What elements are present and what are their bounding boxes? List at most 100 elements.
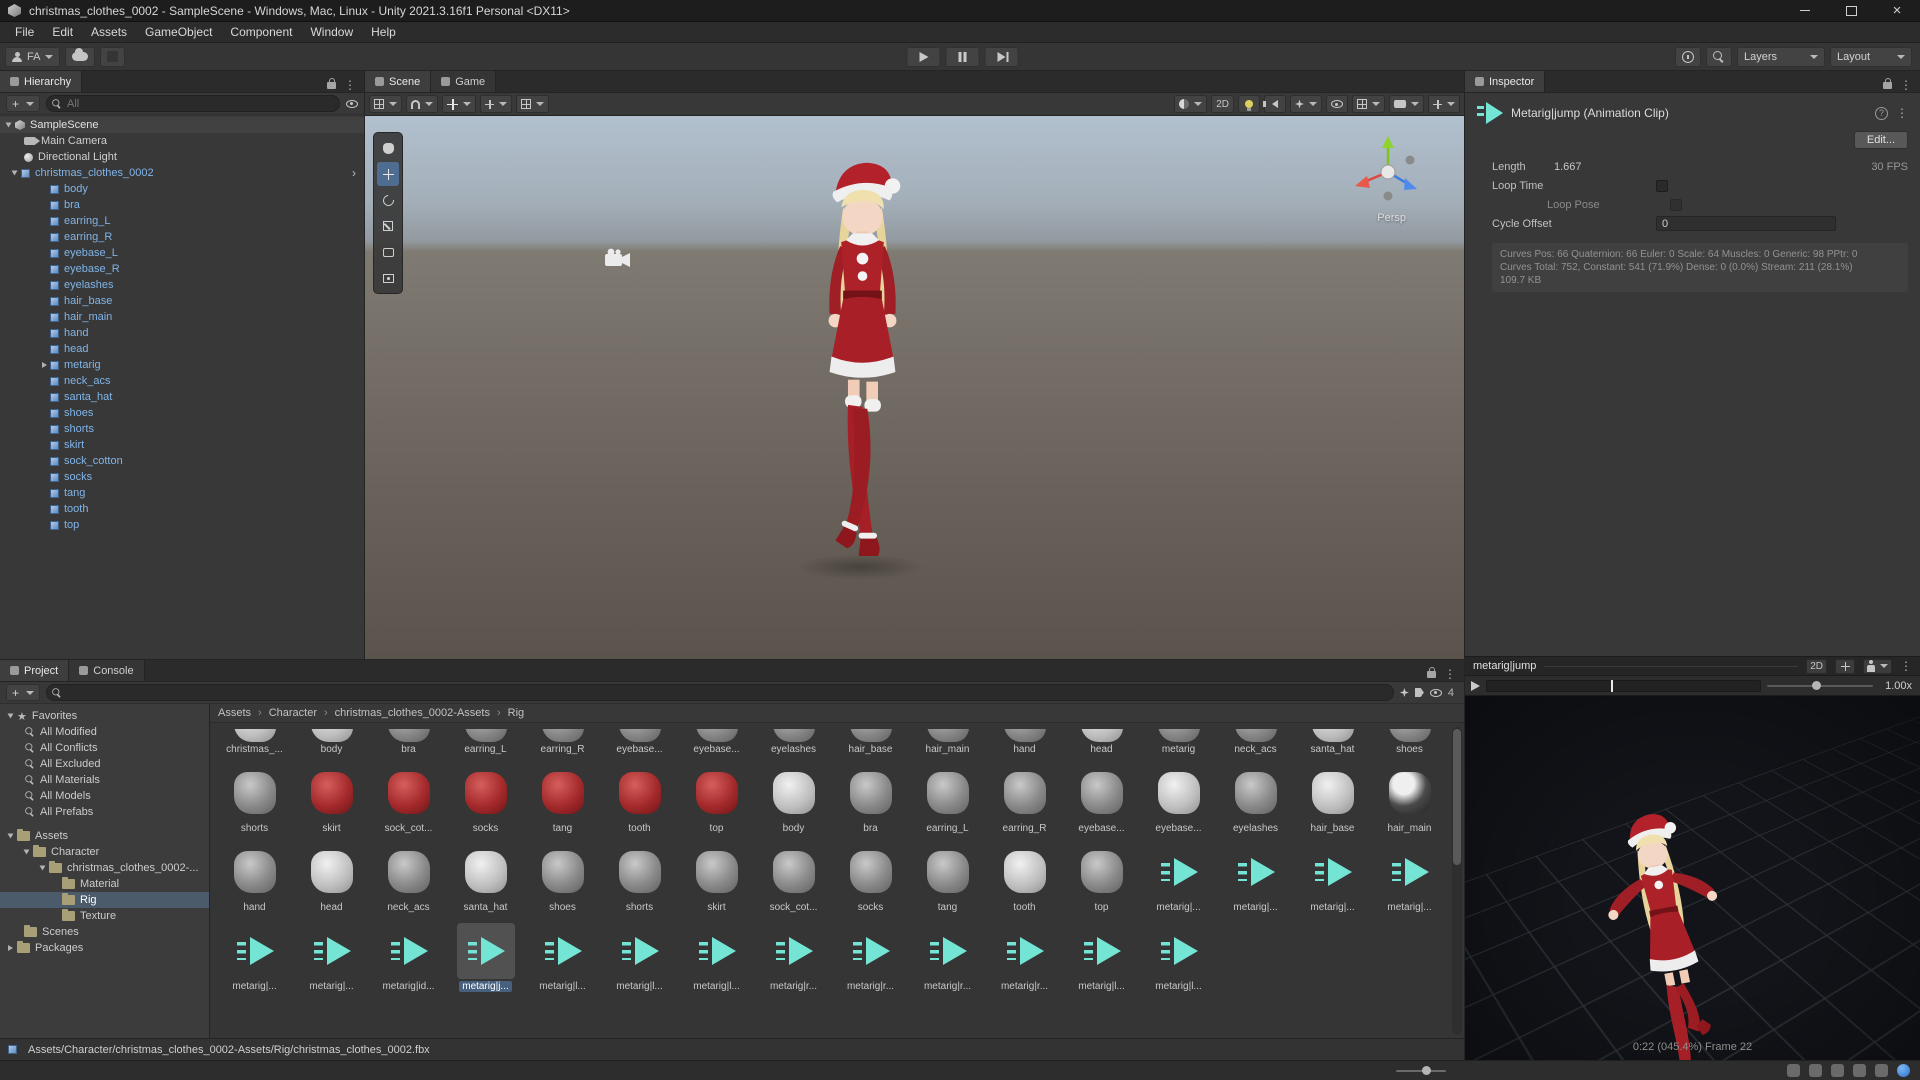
search-by-import-icon[interactable]: [1399, 688, 1409, 697]
hierarchy-item[interactable]: skirt: [0, 437, 364, 453]
preview-avatar-dropdown[interactable]: [1863, 658, 1892, 674]
asset-item[interactable]: santa_hat: [1294, 729, 1371, 755]
expand-arrow[interactable]: [40, 360, 50, 370]
expand-arrow[interactable]: [8, 945, 13, 951]
hierarchy-item[interactable]: earring_L: [0, 213, 364, 229]
view-tool-button[interactable]: [377, 136, 399, 160]
asset-item[interactable]: shoes: [524, 844, 601, 913]
expand-arrow[interactable]: [7, 833, 14, 839]
asset-item[interactable]: hand: [986, 729, 1063, 755]
folder-character-assets[interactable]: christmas_clothes_0002-...: [0, 860, 209, 876]
preview-2d-toggle[interactable]: 2D: [1806, 658, 1827, 674]
asset-item[interactable]: tang: [909, 844, 986, 913]
camera-settings-dropdown[interactable]: [1389, 95, 1424, 113]
panel-menu-icon[interactable]: [344, 78, 356, 92]
transform-tool-button[interactable]: [377, 266, 399, 290]
hierarchy-search-input[interactable]: [46, 95, 340, 112]
hierarchy-item[interactable]: eyebase_L: [0, 245, 364, 261]
hierarchy-item-prefab-root[interactable]: christmas_clothes_0002: [0, 165, 364, 181]
pause-button[interactable]: [945, 46, 980, 67]
asset-item[interactable]: christmas_...: [216, 729, 293, 755]
view-orientation-gizmo[interactable]: [1346, 130, 1430, 214]
2d-toggle[interactable]: 2D: [1211, 95, 1234, 113]
hierarchy-item[interactable]: santa_hat: [0, 389, 364, 405]
asset-item[interactable]: bra: [370, 729, 447, 755]
asset-item[interactable]: skirt: [678, 844, 755, 913]
folder-character[interactable]: Character: [0, 844, 209, 860]
rect-tool-button[interactable]: [377, 240, 399, 264]
asset-item[interactable]: earring_L: [447, 729, 524, 755]
asset-item[interactable]: metarig|r...: [909, 923, 986, 992]
lock-icon[interactable]: [1427, 666, 1436, 678]
breadcrumb-item[interactable]: christmas_clothes_0002-Assets: [317, 707, 490, 719]
asset-item[interactable]: body: [293, 729, 370, 755]
hierarchy-item[interactable]: neck_acs: [0, 373, 364, 389]
folder-scenes[interactable]: Scenes: [0, 924, 209, 940]
asset-item[interactable]: bra: [832, 765, 909, 834]
tab-inspector[interactable]: Inspector: [1465, 71, 1546, 92]
hierarchy-item-directional-light[interactable]: Directional Light: [0, 149, 364, 165]
asset-item[interactable]: metarig|id...: [370, 923, 447, 992]
preview-speed-slider[interactable]: [1767, 680, 1874, 690]
preview-timeline[interactable]: [1486, 679, 1762, 692]
hierarchy-scene-row[interactable]: SampleScene: [0, 117, 364, 133]
asset-item[interactable]: shoes: [1371, 729, 1448, 755]
panel-menu-icon[interactable]: [1900, 78, 1912, 92]
tab-game[interactable]: Game: [431, 71, 497, 92]
asset-item[interactable]: socks: [832, 844, 909, 913]
lighting-toggle[interactable]: [1238, 95, 1260, 113]
restore-button[interactable]: [1828, 0, 1874, 22]
loop-time-checkbox[interactable]: [1656, 179, 1668, 192]
tab-hierarchy[interactable]: Hierarchy: [0, 71, 83, 92]
preview-drag-handle[interactable]: [1544, 665, 1799, 667]
preview-menu-icon[interactable]: [1900, 659, 1912, 673]
asset-item[interactable]: metarig|r...: [755, 923, 832, 992]
asset-item[interactable]: metarig|r...: [986, 923, 1063, 992]
status-bar-icon[interactable]: [1809, 1064, 1822, 1077]
hierarchy-item[interactable]: hand: [0, 325, 364, 341]
asset-item[interactable]: sock_cot...: [370, 765, 447, 834]
asset-item[interactable]: metarig|...: [1217, 844, 1294, 913]
create-object-button[interactable]: [6, 95, 41, 112]
tab-console[interactable]: Console: [69, 660, 145, 681]
help-icon[interactable]: [1875, 106, 1888, 120]
timeline-cursor[interactable]: [1611, 679, 1614, 692]
gizmos-dropdown[interactable]: [1428, 95, 1460, 113]
folder-packages[interactable]: Packages: [0, 940, 209, 956]
scale-tool-button[interactable]: [377, 214, 399, 238]
version-history-button[interactable]: [1675, 46, 1701, 67]
asset-item[interactable]: metarig|r...: [832, 923, 909, 992]
expand-arrow[interactable]: [39, 865, 46, 871]
hierarchy-item[interactable]: hair_base: [0, 293, 364, 309]
breadcrumb-item[interactable]: Assets: [218, 707, 251, 719]
layers-dropdown[interactable]: Layers: [1737, 46, 1825, 67]
expand-arrow[interactable]: [5, 122, 12, 128]
breadcrumb-item[interactable]: Character: [251, 707, 317, 719]
asset-item[interactable]: socks: [447, 765, 524, 834]
menu-item[interactable]: GameObject: [136, 22, 221, 43]
asset-item[interactable]: top: [1063, 844, 1140, 913]
layout-dropdown[interactable]: Layout: [1830, 46, 1912, 67]
asset-item[interactable]: shorts: [601, 844, 678, 913]
package-manager-button[interactable]: [100, 46, 126, 67]
effects-dropdown[interactable]: [1290, 95, 1322, 113]
asset-item[interactable]: earring_R: [524, 729, 601, 755]
minimize-button[interactable]: [1782, 0, 1828, 22]
search-by-label-icon[interactable]: [1414, 688, 1424, 697]
hierarchy-item[interactable]: bra: [0, 197, 364, 213]
move-tool-button[interactable]: [377, 162, 399, 186]
hierarchy-item[interactable]: eyelashes: [0, 277, 364, 293]
favorite-item[interactable]: All Materials: [0, 772, 209, 788]
tool-handle-rotation[interactable]: [480, 95, 512, 113]
project-search-input[interactable]: [46, 684, 1394, 701]
asset-item[interactable]: hair_main: [1371, 765, 1448, 834]
search-button[interactable]: [1706, 46, 1732, 67]
asset-item[interactable]: hair_base: [832, 729, 909, 755]
grid-snap-toggle[interactable]: [516, 95, 549, 113]
cloud-services-button[interactable]: [65, 46, 96, 67]
asset-item[interactable]: tooth: [601, 765, 678, 834]
scene-character[interactable]: [785, 150, 940, 590]
asset-item[interactable]: santa_hat: [447, 844, 524, 913]
menu-item[interactable]: Window: [301, 22, 362, 43]
scene-canvas[interactable]: Persp: [365, 116, 1464, 659]
